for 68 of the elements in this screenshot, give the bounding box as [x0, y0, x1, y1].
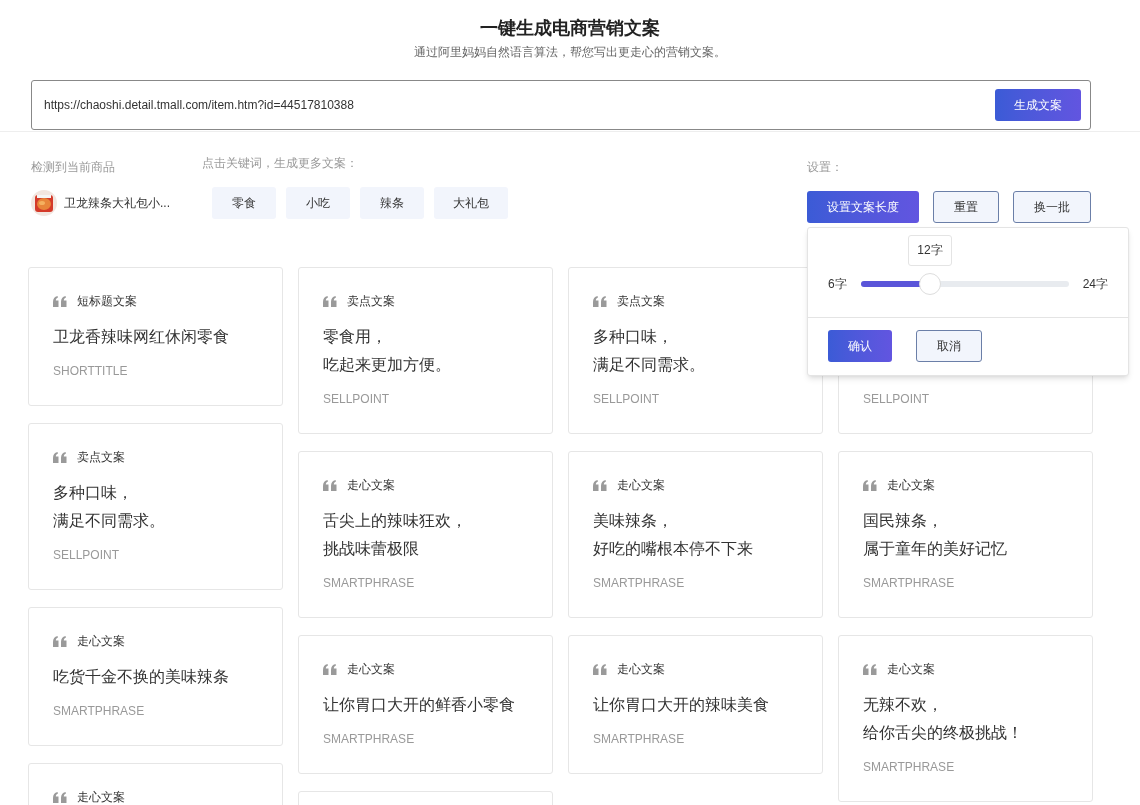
keyword-chip[interactable]: 小吃	[286, 187, 350, 219]
quote-icon	[593, 479, 607, 491]
copy-text: 吃货千金不换的美味辣条	[53, 667, 230, 687]
settings-label: 设置：	[807, 159, 844, 175]
min-label: 6字	[828, 275, 847, 292]
copy-tag: SMARTPHRASE	[323, 575, 536, 591]
keyword-chip[interactable]: 大礼包	[434, 187, 508, 219]
copy-type: 走心文案	[77, 789, 125, 805]
copy-tag: SHORTTITLE	[53, 363, 266, 379]
copy-type: 短标题文案	[77, 293, 137, 309]
copy-tag: SMARTPHRASE	[53, 703, 266, 719]
copy-text: 多种口味， 满足不同需求。	[593, 327, 706, 375]
copy-text: 美味辣条， 好吃的嘴根本停不下来	[593, 511, 754, 559]
copy-type: 走心文案	[347, 477, 395, 493]
copy-tag: SELLPOINT	[863, 391, 1076, 407]
copy-tag: SMARTPHRASE	[323, 731, 536, 747]
copy-tag: SELLPOINT	[593, 391, 806, 407]
copy-text: 让你胃口大开的鲜香小零食	[323, 695, 516, 715]
quote-icon	[323, 479, 337, 491]
max-label: 24字	[1082, 275, 1108, 292]
settings-button[interactable]: 换一批	[1013, 191, 1091, 223]
keyword-chip[interactable]: 零食	[212, 187, 276, 219]
copy-text: 卫龙香辣味网红休闲零食	[53, 327, 230, 347]
copy-tag: SELLPOINT	[53, 547, 266, 563]
settings-button[interactable]: 设置文案长度	[807, 191, 919, 223]
quote-icon	[53, 635, 67, 647]
copy-type: 走心文案	[617, 477, 665, 493]
copy-type: 卖点文案	[77, 449, 125, 465]
keywords-label: 点击关键词，生成更多文案：	[202, 155, 359, 171]
page-subtitle: 通过阿里妈妈自然语言算法，帮您写出更走心的营销文案。	[414, 44, 726, 60]
confirm-button[interactable]: 确认	[828, 330, 892, 362]
copy-text: 多种口味， 满足不同需求。	[53, 483, 166, 531]
copy-tag: SELLPOINT	[323, 391, 536, 407]
settings-button[interactable]: 重置	[933, 191, 999, 223]
copy-tag: SMARTPHRASE	[593, 731, 806, 747]
copy-text: 让你胃口大开的辣味美食	[593, 695, 770, 715]
copy-text: 无辣不欢， 给你舌尖的终极挑战！	[863, 695, 1024, 743]
quote-icon	[53, 451, 67, 463]
generate-button[interactable]: 生成文案	[995, 89, 1081, 121]
copy-type: 走心文案	[347, 661, 395, 677]
quote-icon	[53, 791, 67, 803]
product-name: 卫龙辣条大礼包小...	[64, 195, 170, 211]
value-tooltip: 12字	[907, 234, 952, 266]
quote-icon	[593, 663, 607, 675]
copy-text: 舌尖上的辣味狂欢， 挑战味蕾极限	[323, 511, 468, 559]
quote-icon	[593, 295, 607, 307]
copy-text: 零食用， 吃起来更加方便。	[323, 327, 452, 375]
copy-tag: SMARTPHRASE	[863, 759, 1076, 775]
url-field[interactable]: https://chaoshi.detail.tmall.com/item.htm?id=44517810388 生成文案	[31, 80, 1091, 130]
copy-type: 走心文案	[617, 661, 665, 677]
slider-thumb[interactable]	[918, 272, 941, 295]
copy-tag: SMARTPHRASE	[863, 575, 1076, 591]
quote-icon	[323, 295, 337, 307]
copy-type: 卖点文案	[617, 293, 665, 309]
copy-text: 国民辣条， 属于童年的美好记忆	[863, 511, 1008, 559]
copy-type: 走心文案	[887, 661, 935, 677]
product-label: 检测到当前商品	[31, 159, 116, 175]
copy-type: 卖点文案	[347, 293, 395, 309]
quote-icon	[53, 295, 67, 307]
quote-icon	[323, 663, 337, 675]
cancel-button[interactable]: 取消	[916, 330, 982, 362]
copy-type: 走心文案	[77, 633, 125, 649]
quote-icon	[863, 663, 877, 675]
page-title: 一键生成电商营销文案	[480, 17, 660, 39]
quote-icon	[863, 479, 877, 491]
copy-tag: SMARTPHRASE	[593, 575, 806, 591]
keyword-chip[interactable]: 辣条	[360, 187, 424, 219]
copy-type: 走心文案	[887, 477, 935, 493]
